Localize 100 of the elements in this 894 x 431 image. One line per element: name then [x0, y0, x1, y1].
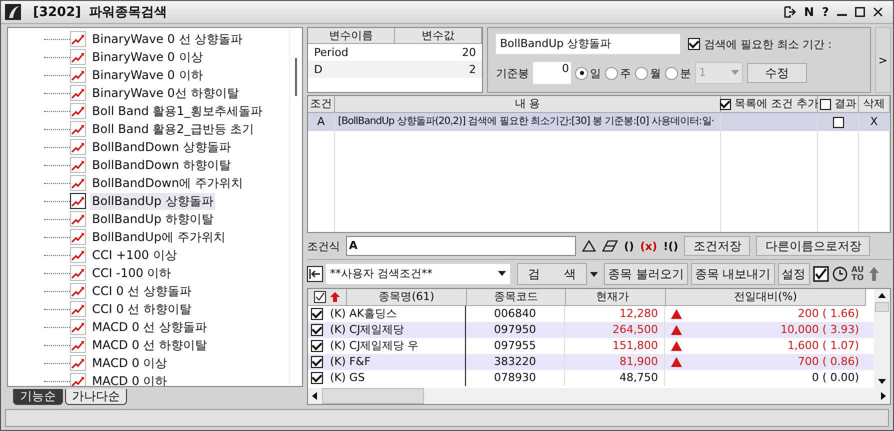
table-cell: (K) GS: [326, 370, 466, 386]
header-checkbox[interactable]: [820, 98, 830, 110]
checkbox[interactable]: [832, 116, 844, 128]
table-cell-text: Period: [313, 45, 350, 61]
triangle-icon[interactable]: [582, 240, 596, 252]
name-field[interactable]: BollBandUp 상향돌파: [496, 34, 680, 54]
scrollbar[interactable]: [308, 388, 890, 404]
scroll-left-icon[interactable]: [311, 392, 319, 400]
preset-dropdown[interactable]: **사용자 검색조건**: [326, 264, 510, 284]
modify-button[interactable]: 수정: [747, 63, 807, 83]
clock-icon[interactable]: [832, 266, 848, 282]
radio-label: 분: [680, 66, 691, 80]
radio-button[interactable]: [665, 66, 678, 80]
exit-icon[interactable]: [784, 6, 796, 18]
scroll-up-icon[interactable]: [878, 292, 886, 300]
close-icon[interactable]: [873, 7, 883, 17]
tree-item[interactable]: BinaryWave 0 이상: [90, 48, 205, 66]
up-triangle-icon: [671, 341, 682, 351]
tree-item[interactable]: MACD 0 이하: [90, 372, 170, 386]
expand-button[interactable]: >: [875, 27, 891, 93]
tree-item[interactable]: BollBandDown 하향이탈: [90, 156, 233, 174]
scrollbar[interactable]: [874, 289, 890, 388]
scroll-thumb[interactable]: [875, 302, 889, 312]
tree-item[interactable]: Boll Band 활용1_횡보추세돌파: [90, 102, 264, 120]
sort-tab[interactable]: 기능순: [13, 389, 63, 405]
chart-icon: [70, 283, 86, 299]
checkbox[interactable]: [311, 372, 323, 384]
checkbox-icon[interactable]: [314, 291, 326, 303]
scroll-thumb[interactable]: [322, 388, 424, 404]
search-button[interactable]: 검 색: [517, 263, 587, 285]
tree-item[interactable]: CCI +100 이상: [90, 246, 179, 264]
header-checkbox[interactable]: [720, 98, 730, 110]
chart-icon: [70, 121, 86, 137]
chart-icon: [70, 67, 86, 83]
base-field[interactable]: 0: [533, 62, 571, 84]
column-header: 현재가: [566, 289, 666, 306]
checkbox[interactable]: [311, 324, 323, 336]
radio-button[interactable]: [605, 66, 618, 80]
tree-item[interactable]: BollBandDown에 주가위치: [90, 174, 245, 192]
formula-tool[interactable]: !(): [663, 240, 678, 252]
tree-item[interactable]: CCI -100 이하: [90, 264, 174, 282]
toolbar-button[interactable]: 종목 내보내기: [690, 263, 775, 285]
chart-icon: [70, 85, 86, 101]
caret-icon: [731, 70, 739, 76]
table-cell: 700 ( 0.86): [798, 354, 859, 370]
tree-item[interactable]: BinaryWave 0 이하: [90, 66, 205, 84]
radio-button[interactable]: [635, 66, 648, 80]
tree-item[interactable]: MACD 0 이상: [90, 354, 170, 372]
table-cell: 078930: [466, 370, 565, 386]
back-icon[interactable]: [307, 266, 323, 282]
chart-icon: [70, 31, 86, 47]
up-arrow-icon[interactable]: [868, 266, 880, 282]
tree-item[interactable]: CCI 0 선 하향이탈: [90, 300, 194, 318]
save-button[interactable]: 다른이름으로저장: [756, 236, 870, 256]
sort-arrow-icon[interactable]: [330, 291, 340, 303]
chart-icon: [70, 229, 86, 245]
up-triangle-icon: [671, 325, 682, 335]
checkbox-icon[interactable]: [812, 266, 829, 282]
table-cell: 200 ( 1.66): [798, 306, 859, 322]
table-cell: 097950: [466, 322, 565, 338]
checkbox[interactable]: [311, 308, 323, 320]
maximize-icon[interactable]: [855, 7, 865, 17]
tree-item[interactable]: BinaryWave 0 선 상향돌파: [90, 30, 245, 48]
radio-label: 주: [620, 66, 631, 80]
table-cell: 383220: [466, 354, 565, 370]
window-title: 파워종목검색: [89, 4, 168, 21]
delete-button[interactable]: X: [859, 113, 890, 131]
tree-item[interactable]: BinaryWave 0선 하향이탈: [90, 84, 241, 102]
tree-item[interactable]: BollBandUp에 주가위치: [90, 228, 228, 246]
title-button[interactable]: ?: [822, 5, 829, 19]
formula-tool[interactable]: (): [624, 240, 634, 252]
tree-item[interactable]: BollBandUp 하향이탈: [90, 210, 216, 228]
formula-field[interactable]: A: [346, 236, 576, 256]
tree-item[interactable]: MACD 0 선 상향돌파: [90, 318, 210, 336]
toolbar-button[interactable]: 설정: [778, 263, 810, 285]
table-cell-text: 20: [461, 45, 477, 61]
checkbox[interactable]: [311, 356, 323, 368]
tree-item[interactable]: CCI 0 선 상향돌파: [90, 282, 194, 300]
scroll-down-icon[interactable]: [878, 377, 886, 385]
save-button[interactable]: 조건저장: [684, 236, 750, 256]
radio-button[interactable]: [575, 66, 588, 80]
chart-icon: [70, 319, 86, 335]
table-cell: [BollBandUp 상향돌파(20,2)] 검색에 필요한 최소기간:[30] 봉 기준봉:[0] 사용데이터:일·: [335, 113, 721, 131]
formula-tool[interactable]: (x): [640, 240, 658, 252]
tree-item[interactable]: Boll Band 활용2_급반등 초기: [90, 120, 256, 138]
tree-item[interactable]: BollBandUp 상향돌파: [90, 192, 216, 210]
condition-row[interactable]: A [BollBandUp 상향돌파(20,2)] 검색에 필요한 최소기간:[30] 봉 기준봉:[0] 사용데이터:일· X: [308, 113, 890, 131]
title-button[interactable]: N: [804, 5, 814, 19]
checkbox[interactable]: [688, 38, 700, 50]
toolbar-button[interactable]: 종목 불러오기: [604, 263, 688, 285]
sort-tab[interactable]: 가나다순: [65, 389, 127, 405]
checkbox[interactable]: [311, 340, 323, 352]
tree-item[interactable]: MACD 0 선 하향이탈: [90, 336, 210, 354]
chart-icon: [70, 175, 86, 191]
auto-button[interactable]: AU TO: [850, 266, 865, 282]
eraser-icon[interactable]: [602, 240, 618, 252]
tree-item[interactable]: BollBandDown 상향돌파: [90, 138, 233, 156]
table-cell-text: D: [313, 62, 324, 78]
scroll-right-icon[interactable]: [879, 392, 887, 400]
table-cell-text: 2: [468, 62, 477, 78]
